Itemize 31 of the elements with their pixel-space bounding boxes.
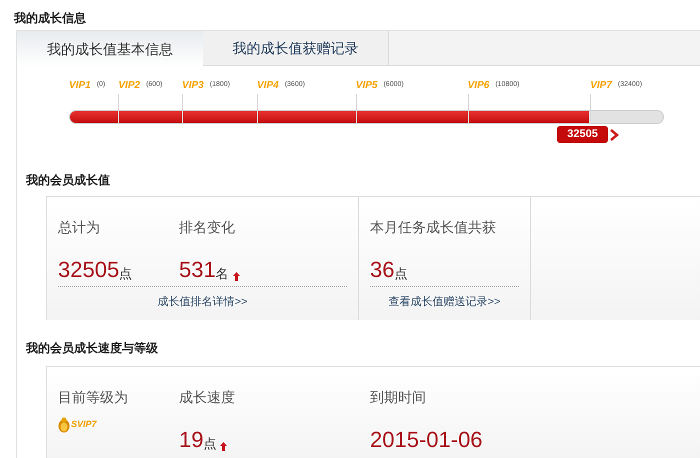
gift-records-link[interactable]: 查看成长值赠送记录>> — [388, 296, 500, 308]
vip-level-label: VIP2 — [118, 79, 140, 93]
chevron-right-icon — [610, 128, 619, 140]
stat-label: 本月任务成长值共获 — [370, 218, 497, 237]
stat-value: 36 — [370, 257, 394, 283]
section-title: 我的会员成长值 — [26, 173, 110, 187]
stat-value: 19 — [179, 427, 204, 453]
stat-value: 531 — [179, 257, 216, 283]
vip-level-label: VIP4 — [257, 79, 279, 93]
points-badge: 32505 — [557, 126, 608, 143]
tab[interactable]: 我的成长值基本信息 — [17, 31, 203, 67]
level-text: SVIP7 — [71, 418, 97, 432]
vip-level-label: VIP5 — [356, 79, 378, 93]
vip-level-label: VIP7 — [590, 79, 612, 93]
stat-unit: 点 — [203, 435, 216, 453]
stat-label: 排名变化 — [179, 218, 236, 237]
stat-label: 总计为 — [58, 218, 101, 237]
stat-value: 32505 — [58, 257, 120, 283]
page-title: 我的成长信息 — [14, 11, 86, 25]
stat-unit: 点 — [119, 265, 132, 283]
stat-unit: 点 — [394, 265, 408, 283]
section-title: 我的会员成长速度与等级 — [26, 341, 158, 355]
stat-label: 成长速度 — [179, 388, 236, 407]
ranking-details-link[interactable]: 成长值排名详情>> — [158, 296, 248, 308]
stat-unit: 名 — [216, 265, 229, 283]
stat-value: 2015-01-06 — [370, 427, 483, 453]
stat-label: 到期时间 — [370, 388, 427, 407]
stat-label: 目前等级为 — [58, 388, 129, 407]
vip-level-label: VIP3 — [182, 79, 204, 93]
vip-level-label: VIP1 — [69, 79, 91, 93]
vip-level-label: VIP6 — [468, 79, 490, 93]
